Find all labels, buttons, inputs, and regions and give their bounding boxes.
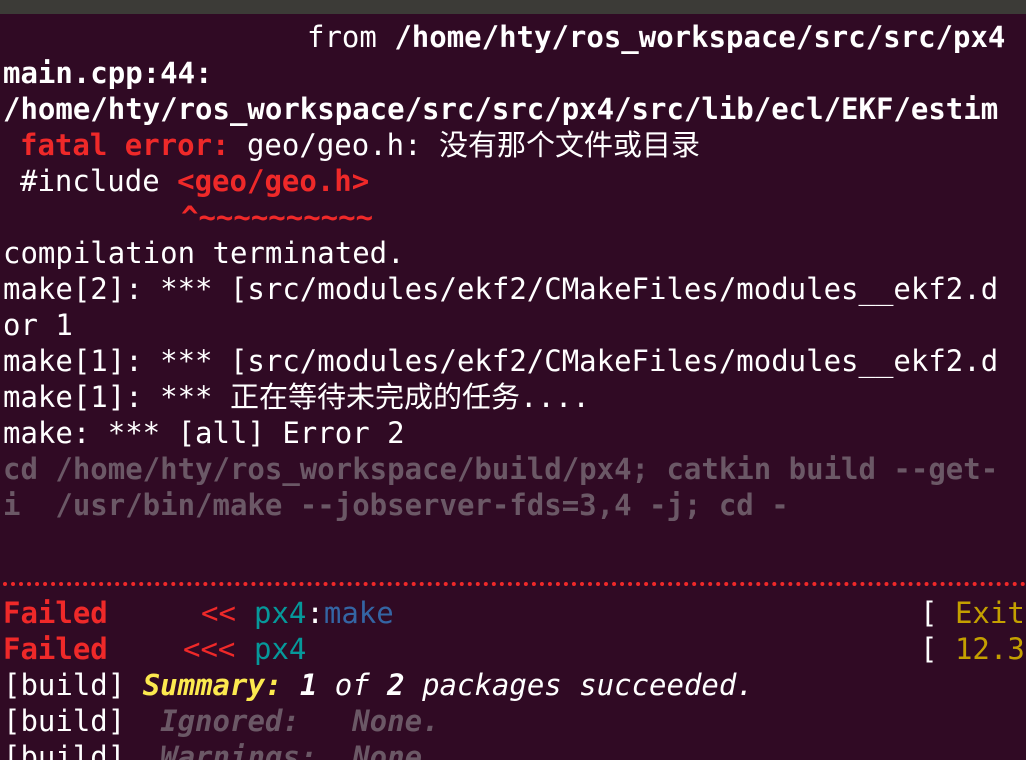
include-directive: #include — [20, 164, 178, 198]
from-text: from — [307, 20, 395, 54]
failed-elapsed-time: [ 12.3 — [920, 631, 1025, 667]
jobserver-command-line: i /usr/bin/make --jobserver-fds=3,4 -j; … — [3, 488, 789, 522]
summary-label: Summary: — [142, 668, 283, 702]
source-path-line: /home/hty/ros_workspace/src/src/px4/src/… — [3, 92, 999, 126]
fatal-error-label: fatal error: — [20, 128, 230, 162]
succeeded-count: 1 — [299, 668, 318, 702]
failed-exit-status: [ Exit — [920, 595, 1025, 631]
exit-status: Exit — [954, 596, 1025, 630]
compilation-terminated-line: compilation terminated. — [3, 236, 405, 270]
build-summary-line: [build] Summary: 1 of 2 packages succeed… — [3, 667, 754, 703]
build-prefix: [build] — [3, 704, 161, 738]
build-prefix: [build] — [3, 668, 143, 702]
failed-arrows: <<< — [183, 632, 236, 666]
fatal-error-line: fatal error: geo/geo.h: 没有那个文件或目录 — [20, 127, 700, 163]
fatal-error-message: geo/geo.h: 没有那个文件或目录 — [229, 128, 701, 162]
failed-arrows: << — [201, 596, 236, 630]
make1-waiting-line: make[1]: *** 正在等待未完成的任务.... — [3, 380, 590, 414]
from-path: /home/hty/ros_workspace/src/src/px4 — [394, 20, 1006, 54]
make-all-error-line: make: *** [all] Error 2 — [3, 416, 405, 450]
terminal-window[interactable]: from /home/hty/ros_workspace/src/src/px4… — [0, 0, 1026, 760]
failed-make-line: Failed — [3, 595, 108, 631]
failed-label: Failed — [3, 596, 108, 630]
failed-package-name: px4 — [254, 596, 307, 630]
elapsed-time: 12.3 — [954, 632, 1025, 666]
make2-error-line: make[2]: *** [src/modules/ekf2/CMakeFile… — [3, 272, 999, 306]
bracket: [ — [920, 596, 938, 630]
failed-colon: : — [306, 596, 324, 630]
source-location-line: main.cpp:44: — [3, 56, 213, 90]
build-warnings-line: [build] Warnings: None. — [3, 739, 440, 760]
build-ignored-line: [build] Ignored: None. — [3, 703, 440, 739]
error-caret-line: ^~~~~~~~~~~ — [181, 200, 374, 234]
warnings-text: Warnings: None. — [160, 740, 440, 760]
menu-bar[interactable] — [0, 0, 1026, 14]
failed-package-line: Failed — [3, 631, 108, 667]
summary-rest: packages succeeded. — [404, 668, 754, 702]
failed-target-name: make — [323, 596, 394, 630]
cd-command-line: cd /home/hty/ros_workspace/build/px4; ca… — [3, 452, 999, 486]
build-prefix: [build] — [3, 740, 161, 760]
separator-dotted-line — [3, 570, 1026, 586]
total-count: 2 — [387, 668, 405, 702]
or1-line: or 1 — [3, 308, 73, 342]
failed-label: Failed — [3, 632, 108, 666]
include-from-line: from /home/hty/ros_workspace/src/src/px4 — [307, 19, 1005, 55]
include-target: <geo/geo.h> — [177, 164, 370, 198]
bracket: [ — [920, 632, 938, 666]
ignored-text: Ignored: None. — [160, 704, 440, 738]
failed-package-name: px4 — [254, 632, 307, 666]
make1-error-line: make[1]: *** [src/modules/ekf2/CMakeFile… — [3, 344, 999, 378]
include-line: #include <geo/geo.h> — [20, 163, 369, 199]
failed-package-target: px4:make — [254, 595, 394, 631]
summary-of: of — [317, 668, 388, 702]
